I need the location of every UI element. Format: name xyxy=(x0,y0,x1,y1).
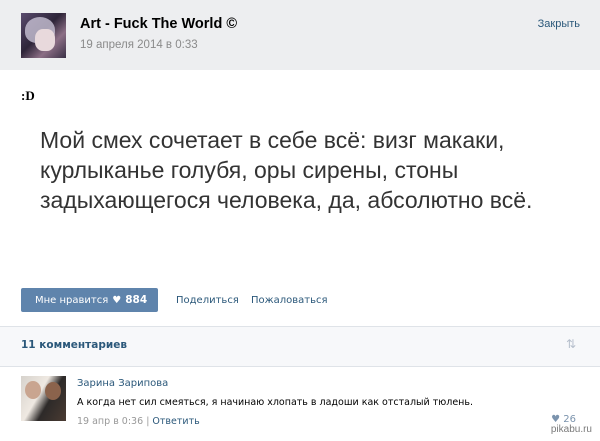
sort-arrows-icon[interactable]: ⇅ xyxy=(566,337,576,351)
comments-count[interactable]: 11 комментариев xyxy=(21,339,127,351)
comment-meta: 19 апр в 0:36 | Ответить xyxy=(77,416,200,427)
avatar-person-1 xyxy=(25,381,41,399)
avatar-person-2 xyxy=(45,382,61,400)
author-name[interactable]: Art - Fuck The World © xyxy=(80,16,237,32)
author-avatar[interactable] xyxy=(21,13,66,58)
commenter-avatar[interactable] xyxy=(21,376,66,421)
post-date[interactable]: 19 апреля 2014 в 0:33 xyxy=(80,39,198,51)
meta-separator: | xyxy=(146,416,150,427)
post-smile: :D xyxy=(21,88,35,103)
report-link[interactable]: Пожаловаться xyxy=(251,295,328,306)
heart-icon: ♥ xyxy=(112,294,122,306)
post-header: Art - Fuck The World © 19 апреля 2014 в … xyxy=(0,0,600,70)
close-button[interactable]: Закрыть xyxy=(538,18,580,30)
commenter-name[interactable]: Зарина Зарипова xyxy=(77,378,168,389)
avatar-face xyxy=(35,29,55,51)
reply-link[interactable]: Ответить xyxy=(152,416,199,427)
like-label: Мне нравится xyxy=(35,294,109,306)
like-button[interactable]: Мне нравится ♥ 884 xyxy=(21,288,158,312)
like-count: 884 xyxy=(125,294,148,306)
comment-text: А когда нет сил смеяться, я начинаю хлоп… xyxy=(77,397,473,408)
post-text: Мой смех сочетает в себе всё: визг макак… xyxy=(40,127,533,213)
comments-bar-divider xyxy=(0,366,600,367)
share-link[interactable]: Поделиться xyxy=(176,295,239,306)
comment-time[interactable]: 19 апр в 0:36 xyxy=(77,416,143,427)
watermark: pikabu.ru xyxy=(548,424,594,435)
